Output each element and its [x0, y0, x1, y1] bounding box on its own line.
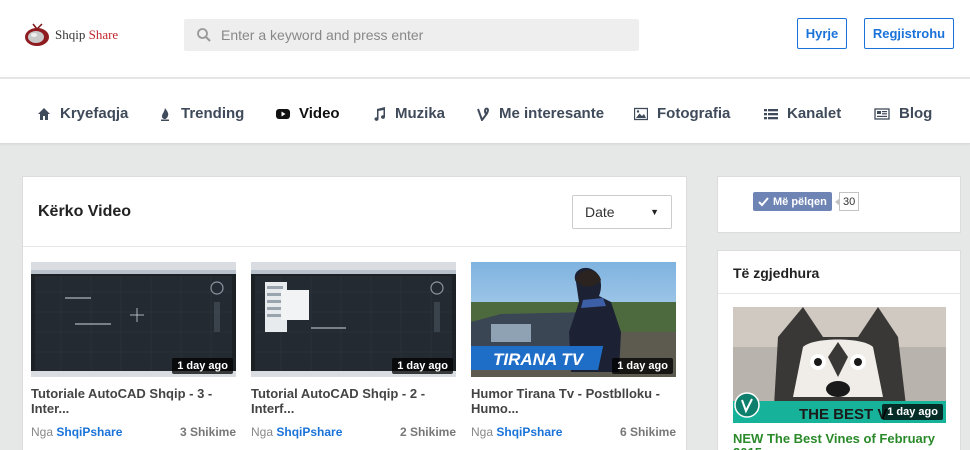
video-meta: Nga ShqiPshare 2 Shikime: [251, 425, 456, 439]
sort-select[interactable]: Date ▼: [572, 195, 672, 229]
page-title: Kërko Video: [38, 203, 132, 220]
like-count: 30: [834, 192, 860, 211]
tv-logo-icon: [25, 23, 49, 46]
duration-badge: 1 day ago: [172, 358, 233, 374]
featured-video-link[interactable]: NEW The Best Vines of February 2015: [733, 432, 948, 450]
video-thumbnail[interactable]: TIRANA TV 1 day ago: [471, 262, 676, 377]
video-thumbnail[interactable]: 1 day ago: [251, 262, 456, 377]
facebook-like-card: Më pëlqen 30: [717, 176, 961, 233]
nav-label: Me interesante: [499, 105, 605, 122]
video-title[interactable]: Tutoriale AutoCAD Shqip - 3 - Inter...: [31, 386, 236, 416]
sort-select-value: Date: [585, 204, 615, 220]
duration-badge: 1 day ago: [612, 358, 673, 374]
nav-item-trending[interactable]: Trending: [158, 105, 244, 122]
nav-item-blog[interactable]: Blog: [874, 105, 932, 122]
video-card[interactable]: TIRANA TV 1 day ago Humor Tirana Tv - Po…: [471, 262, 676, 439]
nav-item-video[interactable]: Video: [276, 105, 340, 122]
video-title[interactable]: Humor Tirana Tv - Postblloku - Humo...: [471, 386, 676, 416]
search-bar: [184, 19, 639, 51]
author-link[interactable]: ShqiPshare: [276, 425, 342, 439]
nav-item-kanalet[interactable]: Kanalet: [764, 105, 841, 122]
like-label: Më pëlqen: [773, 195, 827, 208]
search-input[interactable]: [221, 27, 621, 43]
by-label: Nga: [471, 425, 494, 439]
divider: [718, 293, 960, 294]
featured-overlay-text: THE BEST V: [799, 406, 887, 423]
checkmark-icon: [758, 197, 769, 207]
video-card[interactable]: 1 day ago Tutorial AutoCAD Shqip - 2 - I…: [251, 262, 456, 439]
view-count: 2 Shikime: [399, 425, 456, 439]
featured-heading: Të zgjedhura: [733, 265, 820, 281]
video-meta: Nga ShqiPshare 3 Shikime: [31, 425, 236, 439]
svg-text:TIRANA TV: TIRANA TV: [493, 350, 585, 369]
video-author-line: Nga ShqiPshare: [471, 425, 562, 439]
video-meta: Nga ShqiPshare 6 Shikime: [471, 425, 676, 439]
image-icon: [634, 107, 648, 120]
nav-item-fotografia[interactable]: Fotografia: [634, 105, 730, 122]
nav-label: Trending: [181, 105, 245, 122]
home-icon: [38, 107, 50, 120]
video-title[interactable]: Tutorial AutoCAD Shqip - 2 - Interf...: [251, 386, 456, 416]
author-link[interactable]: ShqiPshare: [56, 425, 122, 439]
list-icon: [764, 108, 778, 119]
duration-badge: 1 day ago: [882, 404, 943, 420]
newspaper-icon: [874, 107, 890, 120]
register-button[interactable]: Regjistrohu: [864, 18, 954, 49]
logo-text: Shqip Share: [55, 27, 118, 43]
login-button[interactable]: Hyrje: [797, 18, 847, 49]
video-card[interactable]: 1 day ago Tutoriale AutoCAD Shqip - 3 - …: [31, 262, 236, 439]
like-button[interactable]: Më pëlqen: [753, 192, 832, 211]
flame-icon: [161, 107, 169, 121]
video-thumbnail[interactable]: 1 day ago: [31, 262, 236, 377]
nav-item-me-interesante[interactable]: Me interesante: [476, 105, 604, 122]
video-search-card: Kërko Video Date ▼ 1 day ago Tutoriale A…: [22, 176, 687, 450]
nav-label: Muzika: [395, 105, 446, 122]
top-bar: Shqip Share Hyrje Regjistrohu: [0, 0, 970, 78]
nav-label: Fotografia: [657, 105, 731, 122]
site-logo[interactable]: Shqip Share: [24, 22, 118, 48]
by-label: Nga: [31, 425, 54, 439]
nav-label: Kryefaqja: [60, 105, 129, 122]
featured-card: Të zgjedhura THE BEST V 1 day ago NEW Th…: [717, 250, 961, 450]
vine-icon: [477, 107, 490, 121]
nav-label: Kanalet: [787, 105, 842, 122]
main-nav: Kryefaqja Trending Video Muzika Me inter…: [0, 79, 970, 144]
video-author-line: Nga ShqiPshare: [251, 425, 342, 439]
by-label: Nga: [251, 425, 274, 439]
nav-label: Video: [299, 105, 340, 122]
featured-thumbnail[interactable]: THE BEST V 1 day ago: [733, 307, 946, 423]
music-icon: [374, 106, 386, 121]
logo-text-share: Share: [88, 27, 119, 42]
nav-label: Blog: [899, 105, 933, 122]
divider: [23, 246, 686, 247]
view-count: 6 Shikime: [619, 425, 676, 439]
nav-item-muzika[interactable]: Muzika: [372, 105, 445, 122]
logo-text-shqip: Shqip: [55, 27, 86, 42]
view-count: 3 Shikime: [179, 425, 236, 439]
author-link[interactable]: ShqiPshare: [496, 425, 562, 439]
duration-badge: 1 day ago: [392, 358, 453, 374]
youtube-icon: [276, 108, 290, 119]
video-author-line: Nga ShqiPshare: [31, 425, 122, 439]
chevron-down-icon: ▼: [650, 207, 659, 217]
search-icon[interactable]: [196, 27, 212, 43]
nav-item-kryefaqja[interactable]: Kryefaqja: [37, 105, 128, 122]
